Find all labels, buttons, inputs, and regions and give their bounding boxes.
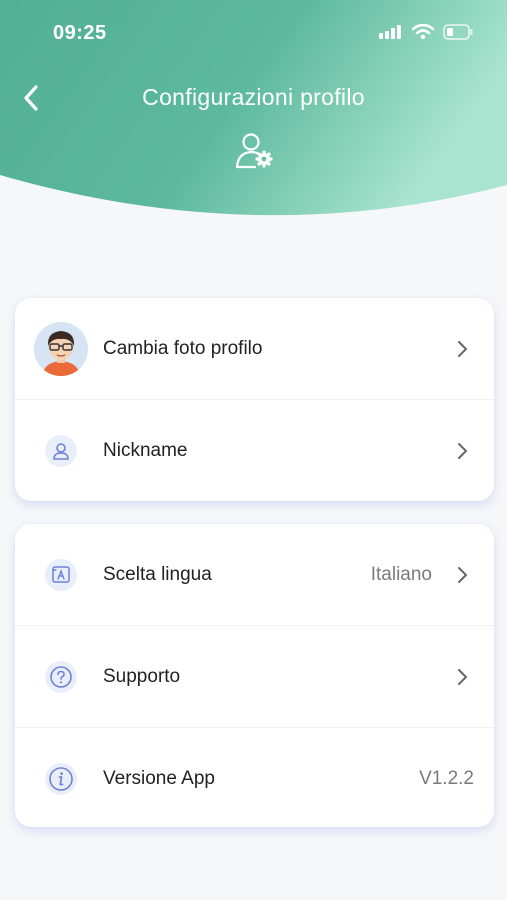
user-icon xyxy=(45,434,77,467)
language-row[interactable]: Scelta lingua Italiano xyxy=(15,524,494,625)
support-label: Supporto xyxy=(103,665,181,687)
avatar xyxy=(34,321,88,376)
profile-card: Cambia foto profilo Nickname xyxy=(15,298,494,501)
language-label: Scelta lingua xyxy=(103,563,212,585)
status-icons xyxy=(379,24,473,40)
status-bar: 09:25 xyxy=(0,0,507,68)
page-title: Configurazioni profilo xyxy=(142,84,365,110)
status-time: 09:25 xyxy=(53,22,107,44)
nickname-label: Nickname xyxy=(103,439,188,461)
chevron-right-icon xyxy=(458,668,467,685)
chevron-right-icon xyxy=(458,340,467,357)
question-icon xyxy=(45,660,77,693)
app-version-row: Versione App V1.2.2 xyxy=(15,727,494,829)
app-version-label: Versione App xyxy=(103,767,215,789)
settings-card: Scelta lingua Italiano Supporto Versione xyxy=(15,524,494,827)
language-value: Italiano xyxy=(370,563,432,585)
battery-icon xyxy=(443,24,473,40)
support-row[interactable]: Supporto xyxy=(15,625,494,727)
change-photo-label: Cambia foto profilo xyxy=(103,337,263,359)
info-icon xyxy=(45,762,77,795)
chevron-right-icon xyxy=(458,566,467,583)
change-photo-row[interactable]: Cambia foto profilo xyxy=(15,298,494,399)
chevron-right-icon xyxy=(458,442,467,459)
user-settings-icon xyxy=(235,133,273,169)
signal-icon xyxy=(379,25,401,39)
app-version-value: V1.2.2 xyxy=(419,767,474,789)
wifi-icon xyxy=(412,24,434,40)
header: 09:25 Configurazioni profilo xyxy=(0,0,507,218)
translate-icon xyxy=(45,558,77,591)
nickname-row[interactable]: Nickname xyxy=(15,399,494,501)
